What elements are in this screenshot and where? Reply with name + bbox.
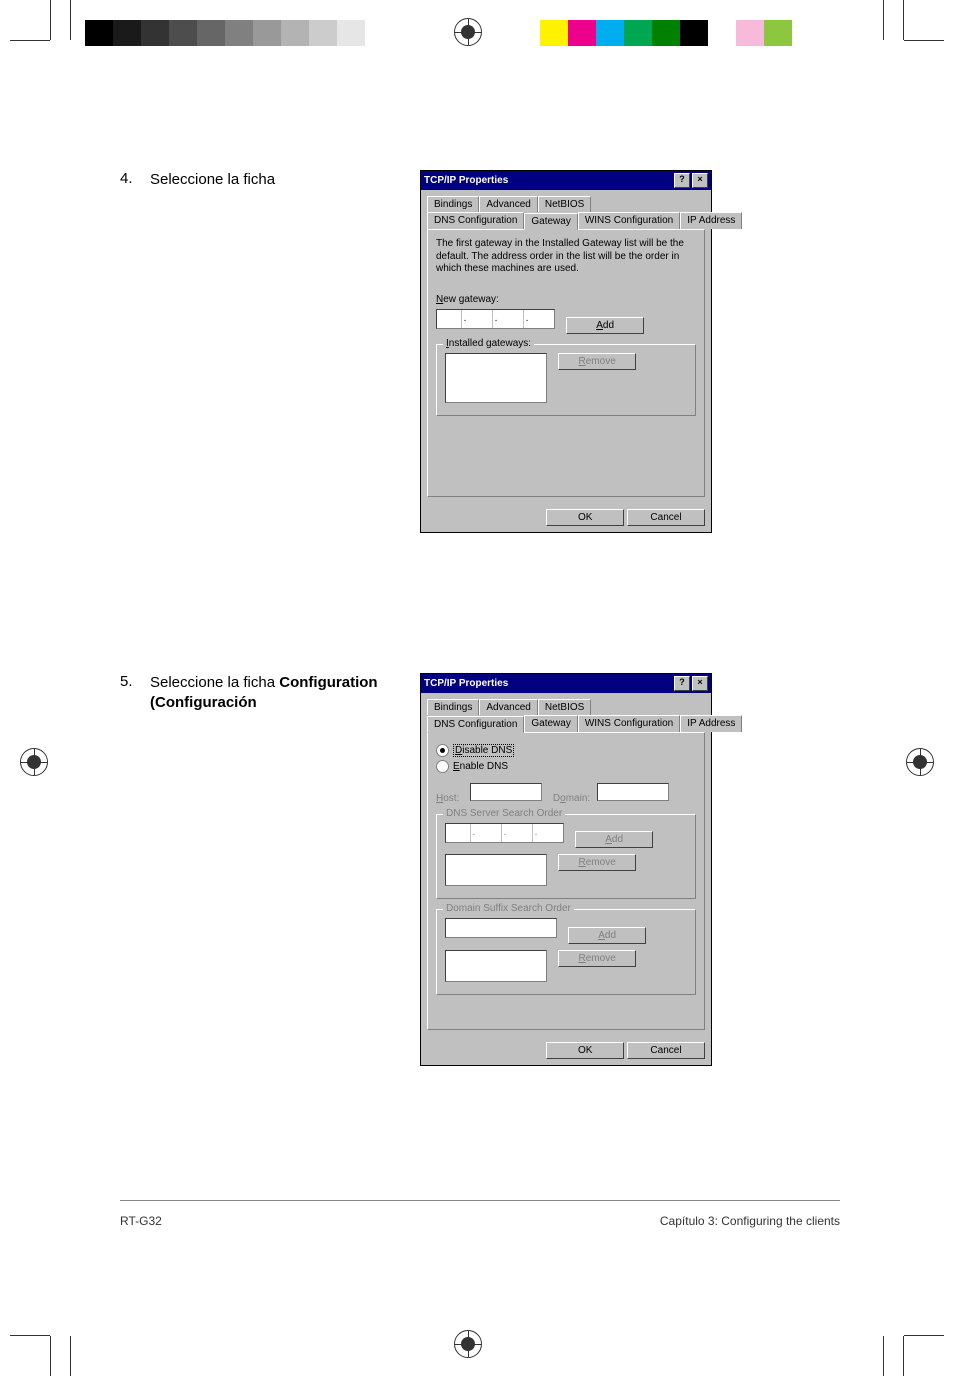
dialog-title: TCP/IP Properties	[424, 175, 508, 186]
add-dns-button[interactable]: Add	[575, 831, 653, 848]
register-marks-bottom	[0, 1316, 954, 1366]
host-input[interactable]	[470, 783, 542, 801]
close-button[interactable]: ×	[692, 676, 708, 691]
add-gateway-button[interactable]: Add	[566, 317, 644, 334]
tab-dns-config[interactable]: DNS Configuration	[427, 212, 524, 229]
register-target-right-icon	[906, 748, 934, 776]
tab-ip-address[interactable]: IP Address	[680, 715, 742, 732]
dns-server-order-group: DNS Server Search Order ... Add Remove	[436, 814, 696, 899]
tab-bindings[interactable]: Bindings	[427, 699, 479, 715]
tab-strip: Bindings Advanced NetBIOS DNS Configurat…	[421, 190, 711, 229]
remove-gateway-button[interactable]: Remove	[558, 353, 636, 370]
step-number: 5.	[120, 673, 150, 690]
dialog-title: TCP/IP Properties	[424, 678, 508, 689]
host-label: Host:	[436, 793, 459, 804]
help-button[interactable]: ?	[674, 676, 690, 691]
step-text: Seleccione la ficha	[150, 170, 420, 190]
radio-disable-dns[interactable]: Disable DNS	[436, 744, 696, 757]
dns-server-list[interactable]	[445, 854, 547, 886]
swatch-bar-color	[540, 20, 792, 46]
suffix-input[interactable]	[445, 918, 557, 938]
gateway-help-text: The first gateway in the Installed Gatew…	[436, 238, 696, 276]
panel-dns: Disable DNS Enable DNS Host: Domain: DNS…	[427, 732, 705, 1030]
cancel-button[interactable]: Cancel	[627, 1042, 705, 1059]
ok-button[interactable]: OK	[546, 509, 624, 526]
tab-gateway[interactable]: Gateway	[524, 213, 577, 230]
register-target-icon	[454, 18, 482, 46]
step-4: 4. Seleccione la ficha TCP/IP Properties…	[120, 170, 840, 533]
tab-strip: Bindings Advanced NetBIOS DNS Configurat…	[421, 693, 711, 732]
installed-gateways-list[interactable]	[445, 353, 547, 403]
step-5: 5. Seleccione la ficha Configuration (Co…	[120, 673, 840, 1066]
new-gateway-label: New gateway:	[436, 294, 696, 305]
cancel-button[interactable]: Cancel	[627, 509, 705, 526]
installed-gateways-group: Installed gateways: Remove	[436, 344, 696, 416]
panel-gateway: The first gateway in the Installed Gatew…	[427, 229, 705, 497]
dialog-titlebar: TCP/IP Properties ? ×	[421, 674, 711, 693]
suffix-list[interactable]	[445, 950, 547, 982]
ok-button[interactable]: OK	[546, 1042, 624, 1059]
remove-dns-button[interactable]: Remove	[558, 854, 636, 871]
tab-wins-config[interactable]: WINS Configuration	[578, 715, 680, 732]
tab-ip-address[interactable]: IP Address	[680, 212, 742, 229]
tab-netbios[interactable]: NetBIOS	[538, 196, 591, 212]
dialog-buttons: OK Cancel	[421, 503, 711, 532]
close-button[interactable]: ×	[692, 173, 708, 188]
footer-rule	[120, 1200, 840, 1201]
page-content: 4. Seleccione la ficha TCP/IP Properties…	[120, 170, 840, 1206]
remove-suffix-button[interactable]: Remove	[558, 950, 636, 967]
page-footer: RT-G32 Capítulo 3: Configuring the clien…	[120, 1214, 840, 1228]
radio-enable-dns[interactable]: Enable DNS	[436, 760, 696, 773]
dns-server-input[interactable]: ...	[445, 823, 564, 843]
dialog-titlebar: TCP/IP Properties ? ×	[421, 171, 711, 190]
domain-input[interactable]	[597, 783, 669, 801]
register-marks-top	[0, 10, 954, 60]
radio-dot-icon	[436, 744, 449, 757]
step-text: Seleccione la ficha Configuration (Confi…	[150, 673, 420, 712]
step-number: 4.	[120, 170, 150, 187]
register-target-icon	[454, 1330, 482, 1358]
tab-wins-config[interactable]: WINS Configuration	[578, 212, 680, 229]
footer-left: RT-G32	[120, 1214, 162, 1228]
domain-suffix-order-group: Domain Suffix Search Order Add Remove	[436, 909, 696, 995]
domain-label: Domain:	[553, 793, 590, 804]
register-target-left-icon	[20, 748, 48, 776]
tab-advanced[interactable]: Advanced	[479, 699, 537, 715]
tab-netbios[interactable]: NetBIOS	[538, 699, 591, 715]
help-button[interactable]: ?	[674, 173, 690, 188]
add-suffix-button[interactable]: Add	[568, 927, 646, 944]
dialog-buttons: OK Cancel	[421, 1036, 711, 1065]
tab-bindings[interactable]: Bindings	[427, 196, 479, 212]
tab-dns-config[interactable]: DNS Configuration	[427, 716, 524, 733]
radio-dot-icon	[436, 760, 449, 773]
swatch-bar-gray	[85, 20, 365, 46]
footer-right: Capítulo 3: Configuring the clients	[660, 1214, 840, 1228]
new-gateway-input[interactable]: ...	[436, 309, 555, 329]
dialog-tcpip-dns: TCP/IP Properties ? × Bindings Advanced …	[420, 673, 712, 1066]
tab-gateway[interactable]: Gateway	[524, 715, 577, 732]
tab-advanced[interactable]: Advanced	[479, 196, 537, 212]
dialog-tcpip-gateway: TCP/IP Properties ? × Bindings Advanced …	[420, 170, 712, 533]
